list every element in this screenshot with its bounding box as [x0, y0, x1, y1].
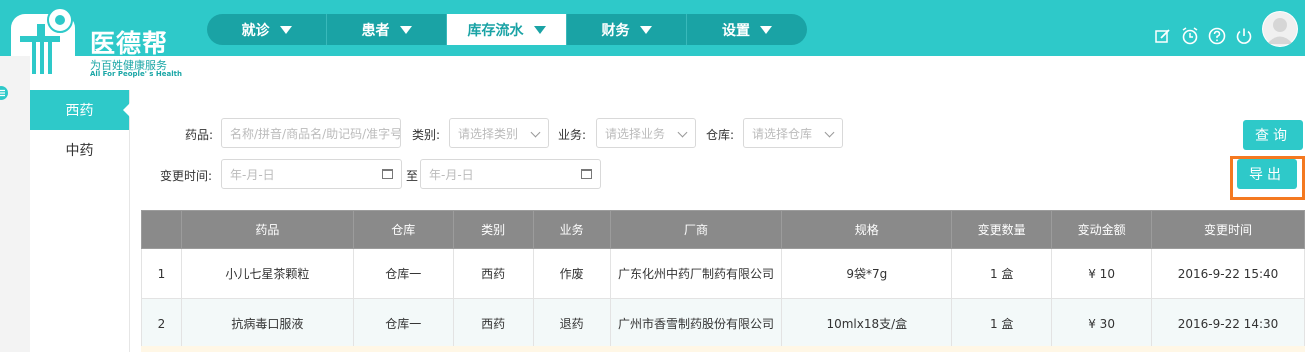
- caret-down-icon: [533, 25, 546, 34]
- nav-label: 财务: [601, 22, 630, 39]
- table-cell: 1 盒: [951, 298, 1053, 349]
- edit-icon[interactable]: [1154, 27, 1172, 45]
- business-placeholder: 请选择业务: [605, 126, 666, 141]
- category-sidebar: 西药 中药: [30, 90, 130, 352]
- menu-toggle-icon[interactable]: [0, 86, 16, 100]
- brand-tagline: All For People' s Health: [90, 70, 182, 78]
- nav-item-visit[interactable]: 就诊: [207, 14, 327, 45]
- nav-label: 患者: [361, 22, 390, 39]
- column-header: 厂商: [609, 210, 783, 249]
- table-cell: 2016-9-22 14:30: [1151, 298, 1305, 349]
- caret-down-icon: [639, 25, 652, 34]
- drug-search-placeholder: 名称/拼音/商品名/助记码/准字号: [230, 126, 401, 141]
- date-from-input[interactable]: 年-月-日: [221, 159, 402, 189]
- nav-item-patient[interactable]: 患者: [327, 14, 447, 45]
- business-select[interactable]: 请选择业务: [596, 118, 696, 148]
- chevron-down-icon: [824, 127, 835, 138]
- table-cell: 9袋*7g: [781, 248, 953, 299]
- column-header: 类别: [452, 210, 534, 249]
- table-header-row: 药品 仓库 类别 业务 厂商 规格 变更数量 变动金额 变更时间: [141, 210, 1305, 249]
- top-header: 医德帮 为百姓健康服务 All For People' s Health 就诊 …: [0, 0, 1305, 78]
- table-cell: 1 盒: [951, 248, 1053, 299]
- column-header: 药品: [180, 210, 354, 249]
- brand-title: 医德帮: [90, 29, 169, 58]
- table-row-partial: [141, 346, 1305, 352]
- table-row[interactable]: 2 抗病毒口服液 仓库一 西药 退药 广州市香雪制药股份有限公司 10mlx18…: [141, 298, 1305, 349]
- category-placeholder: 请选择类别: [458, 126, 519, 141]
- table-cell: 退药: [532, 298, 611, 349]
- sidebar-item-chinese-medicine[interactable]: 中药: [30, 130, 129, 170]
- table-cell: 广东化州中药厂制药有限公司: [609, 248, 783, 299]
- table-cell: 西药: [452, 248, 534, 299]
- warehouse-label: 仓库:: [706, 128, 735, 142]
- table-cell: 2016-9-22 15:40: [1151, 248, 1305, 299]
- column-header: 业务: [532, 210, 611, 249]
- drug-search-input[interactable]: 名称/拼音/商品名/助记码/准字号: [221, 118, 401, 148]
- main-nav: 就诊 患者 库存流水 财务 设置: [207, 14, 807, 45]
- table-cell: 仓库一: [352, 298, 454, 349]
- nav-item-finance[interactable]: 财务: [567, 14, 687, 45]
- sidebar-item-western-medicine[interactable]: 西药: [30, 90, 130, 130]
- warehouse-select[interactable]: 请选择仓库: [743, 118, 843, 148]
- table-cell: 仓库一: [352, 248, 454, 299]
- avatar-icon: [1263, 12, 1297, 46]
- left-rail: [0, 56, 30, 352]
- header-actions: [1154, 27, 1253, 45]
- brand-logo[interactable]: 医德帮 为百姓健康服务 All For People' s Health: [10, 4, 210, 82]
- column-header: 仓库: [352, 210, 454, 249]
- date-range-separator: 至: [406, 169, 419, 183]
- calendar-icon: [581, 169, 592, 179]
- alarm-icon[interactable]: [1181, 27, 1199, 45]
- table-cell: ¥ 10: [1051, 248, 1153, 299]
- table-row[interactable]: 1 小儿七星茶颗粒 仓库一 西药 作废 广东化州中药厂制药有限公司 9袋*7g …: [141, 248, 1305, 299]
- help-icon[interactable]: [1208, 27, 1226, 45]
- table-cell: 广州市香雪制药股份有限公司: [609, 298, 783, 349]
- date-to-placeholder: 年-月-日: [429, 167, 474, 182]
- sidebar-item-label: 中药: [65, 143, 94, 159]
- table-cell: 作废: [532, 248, 611, 299]
- calendar-icon: [382, 169, 393, 179]
- caret-down-icon: [279, 25, 292, 34]
- column-header: 变动金额: [1051, 210, 1153, 249]
- chevron-down-icon: [677, 127, 688, 138]
- table-cell: 1: [141, 248, 182, 299]
- nav-label: 就诊: [241, 22, 270, 39]
- power-icon[interactable]: [1235, 27, 1253, 45]
- category-select[interactable]: 请选择类别: [449, 118, 549, 148]
- column-header: 规格: [781, 210, 953, 249]
- change-time-label: 变更时间:: [160, 169, 213, 183]
- table-cell: 2: [141, 298, 182, 349]
- table-cell: 抗病毒口服液: [180, 298, 354, 349]
- date-from-placeholder: 年-月-日: [230, 167, 275, 182]
- table-cell: 小儿七星茶颗粒: [180, 248, 354, 299]
- table-cell: 10mlx18支/盒: [781, 298, 953, 349]
- business-label: 业务:: [558, 128, 587, 142]
- inventory-flow-table: 药品 仓库 类别 业务 厂商 规格 变更数量 变动金额 变更时间 1 小儿七星茶…: [141, 210, 1305, 349]
- user-avatar[interactable]: [1262, 11, 1298, 47]
- date-to-input[interactable]: 年-月-日: [420, 159, 601, 189]
- table-cell: ¥ 30: [1051, 298, 1153, 349]
- nav-item-settings[interactable]: 设置: [687, 14, 807, 45]
- column-header: 变更数量: [951, 210, 1053, 249]
- table-cell: 西药: [452, 298, 534, 349]
- nav-item-inventory-flow[interactable]: 库存流水: [447, 14, 567, 45]
- drug-label: 药品:: [185, 128, 214, 142]
- column-header: [141, 210, 182, 249]
- warehouse-placeholder: 请选择仓库: [752, 126, 813, 141]
- nav-label: 库存流水: [467, 22, 524, 39]
- chevron-down-icon: [530, 127, 541, 138]
- export-button[interactable]: 导出: [1237, 159, 1297, 189]
- caret-down-icon: [399, 25, 412, 34]
- caret-down-icon: [760, 25, 772, 34]
- nav-label: 设置: [722, 22, 750, 39]
- column-header: 变更时间: [1151, 210, 1305, 249]
- sidebar-item-label: 西药: [65, 103, 94, 119]
- category-label: 类别:: [412, 128, 441, 142]
- query-button[interactable]: 查询: [1243, 120, 1303, 150]
